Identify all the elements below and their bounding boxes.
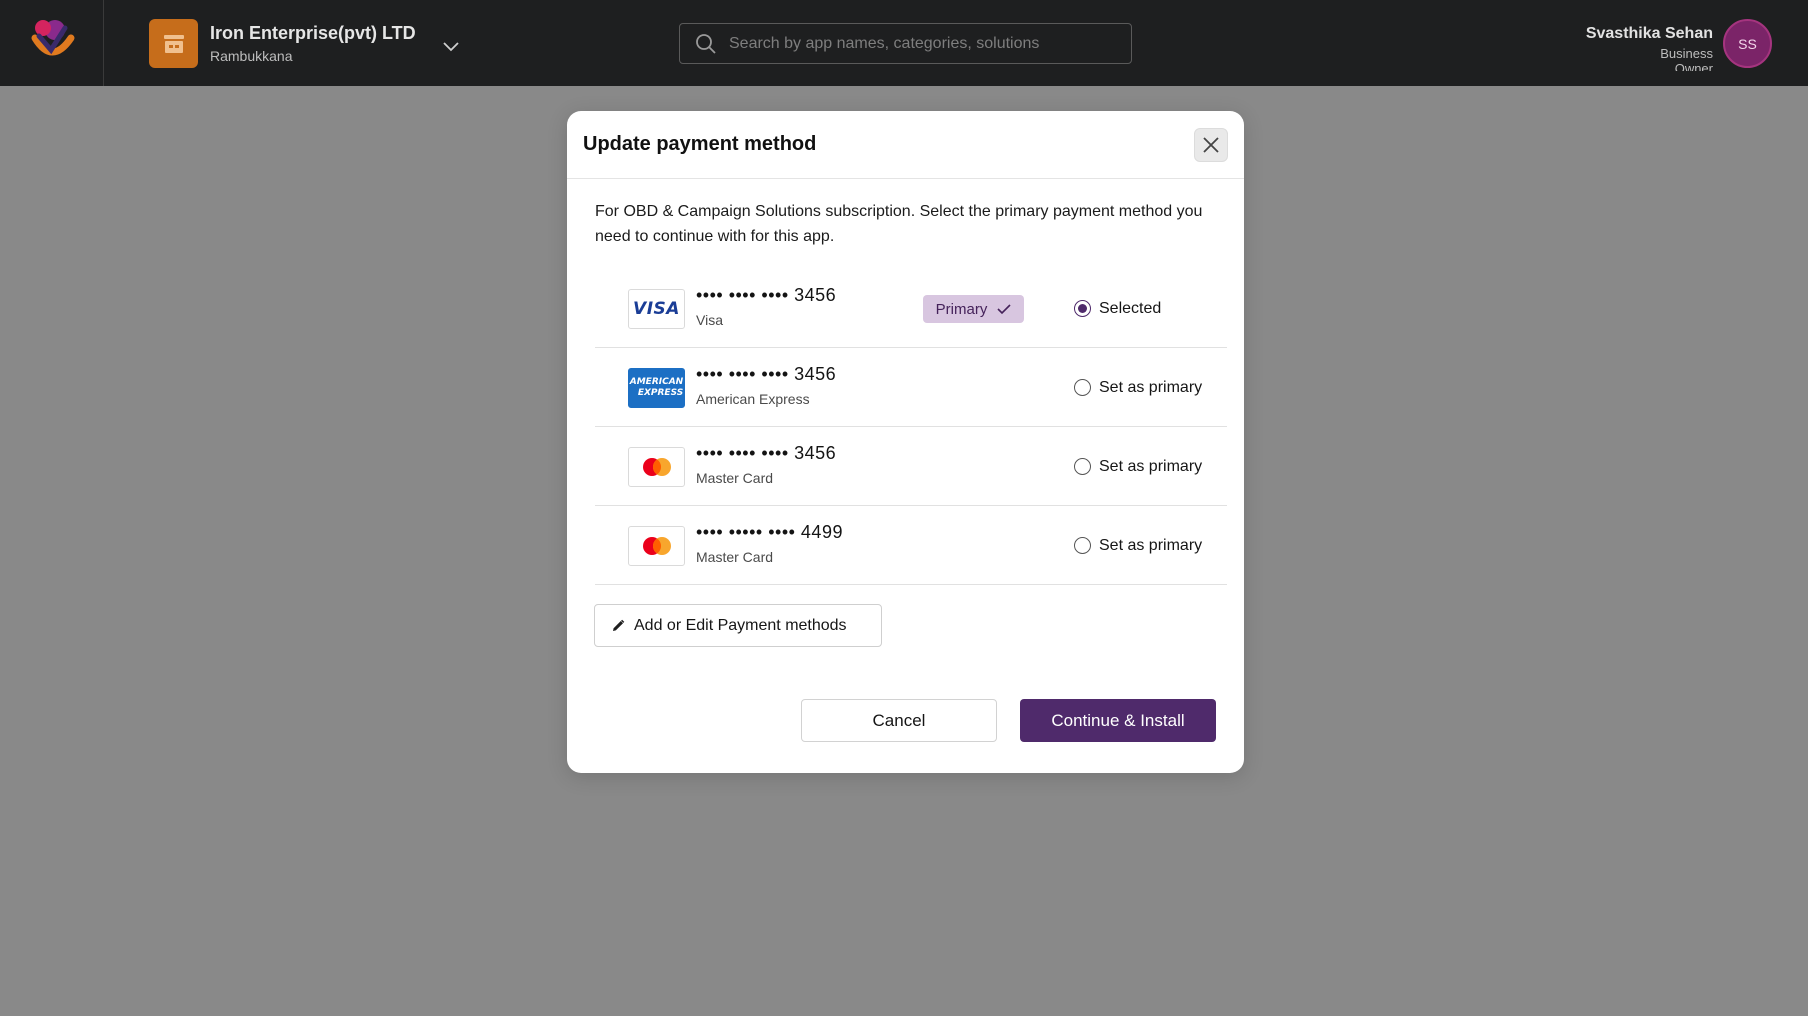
cancel-button[interactable]: Cancel — [801, 699, 997, 742]
card-number: •••• •••• •••• 3456 — [696, 443, 837, 463]
payment-method-list: VISA •••• •••• •••• 3456 Visa Primary Se… — [595, 269, 1227, 585]
mastercard-logo-icon — [628, 526, 685, 566]
radio-button[interactable] — [1074, 300, 1091, 317]
amex-logo-icon: AMERICAN EXPRESS — [628, 368, 685, 408]
close-button[interactable] — [1194, 127, 1228, 162]
update-payment-modal: Update payment method For OBD & Campaign… — [567, 111, 1244, 773]
set-primary-radio[interactable]: Set as primary — [1074, 506, 1202, 585]
card-brand: Master Card — [696, 470, 774, 486]
app-logo[interactable] — [0, 0, 104, 86]
radio-label: Set as primary — [1099, 536, 1203, 554]
payment-method-row[interactable]: •••• •••• •••• 3456 Master Card Set as p… — [595, 427, 1227, 506]
set-primary-radio[interactable]: Set as primary — [1074, 427, 1202, 506]
user-role: Business Owner — [1660, 46, 1713, 71]
card-number: •••• •••• •••• 3456 — [696, 364, 837, 384]
store-icon — [149, 19, 198, 68]
top-bar: Iron Enterprise(pvt) LTD Rambukkana Svas… — [0, 0, 1808, 86]
org-text: Iron Enterprise(pvt) LTD Rambukkana — [210, 23, 416, 64]
card-number: •••• ••••• •••• 4499 — [696, 522, 843, 542]
radio-button[interactable] — [1074, 379, 1091, 396]
continue-install-button[interactable]: Continue & Install — [1020, 699, 1216, 742]
card-info: •••• •••• •••• 3456 American Express — [696, 364, 836, 407]
user-menu[interactable]: Svasthika Sehan Business Owner SS — [1586, 19, 1772, 71]
brand-logo-icon — [31, 20, 74, 56]
radio-button[interactable] — [1074, 458, 1091, 475]
user-name: Svasthika Sehan — [1585, 25, 1713, 42]
user-text: Svasthika Sehan Business Owner — [1586, 19, 1713, 71]
visa-logo-icon: VISA — [628, 289, 685, 329]
card-number: •••• •••• •••• 3456 — [696, 285, 837, 305]
primary-radio[interactable]: Selected — [1074, 269, 1161, 348]
radio-label: Set as primary — [1099, 378, 1203, 396]
pencil-icon — [613, 619, 625, 631]
radio-label: Set as primary — [1099, 457, 1203, 475]
card-brand: Master Card — [696, 549, 774, 565]
modal-title: Update payment method — [583, 133, 817, 155]
payment-method-row[interactable]: AMERICAN EXPRESS •••• •••• •••• 3456 Ame… — [595, 348, 1227, 427]
card-info: •••• •••• •••• 3456 Master Card — [696, 443, 836, 486]
search-input[interactable] — [729, 34, 1131, 53]
edit-button-label: Add or Edit Payment methods — [634, 616, 847, 634]
primary-badge: Primary — [923, 295, 1024, 323]
org-switcher[interactable]: Iron Enterprise(pvt) LTD Rambukkana — [149, 19, 460, 68]
search-icon — [695, 33, 717, 55]
close-icon — [1203, 136, 1219, 153]
payment-method-row[interactable]: VISA •••• •••• •••• 3456 Visa Primary Se… — [595, 269, 1227, 348]
modal-description: For OBD & Campaign Solutions subscriptio… — [595, 203, 1203, 245]
set-primary-radio[interactable]: Set as primary — [1074, 348, 1202, 427]
primary-badge-label: Primary — [935, 300, 988, 318]
mastercard-logo-icon — [628, 447, 685, 487]
radio-button[interactable] — [1074, 537, 1091, 554]
edit-payment-methods-button[interactable]: Add or Edit Payment methods — [594, 604, 882, 647]
radio-label: Selected — [1099, 299, 1162, 317]
check-icon — [997, 304, 1011, 315]
payment-method-row[interactable]: •••• ••••• •••• 4499 Master Card Set as … — [595, 506, 1227, 585]
card-info: •••• ••••• •••• 4499 Master Card — [696, 522, 843, 565]
card-info: •••• •••• •••• 3456 Visa — [696, 285, 836, 328]
search-bar — [679, 23, 1132, 64]
card-brand: American Express — [696, 391, 810, 407]
org-location: Rambukkana — [210, 48, 293, 64]
chevron-down-icon[interactable] — [442, 40, 460, 52]
org-name: Iron Enterprise(pvt) LTD — [210, 23, 416, 43]
card-brand: Visa — [696, 312, 723, 328]
modal-header: Update payment method — [567, 111, 1244, 179]
avatar[interactable]: SS — [1723, 19, 1772, 68]
